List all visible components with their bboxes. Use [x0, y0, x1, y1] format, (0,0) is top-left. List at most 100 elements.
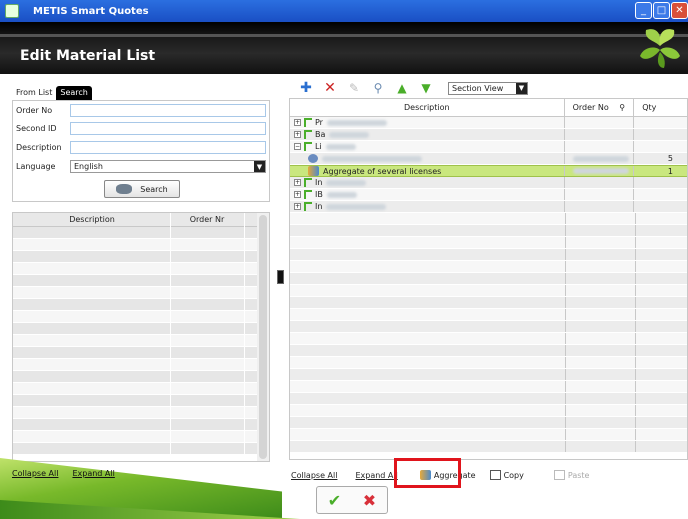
- chevron-down-icon[interactable]: ▼: [254, 161, 265, 172]
- copy-icon: [489, 470, 501, 480]
- paste-button[interactable]: Paste: [553, 470, 590, 480]
- order-no-row: Order No: [16, 104, 266, 117]
- table-row[interactable]: + Pr: [290, 117, 687, 129]
- paste-label: Paste: [567, 470, 590, 480]
- expand-icon[interactable]: +: [294, 131, 301, 138]
- brand-logo-icon: [640, 29, 680, 68]
- ok-icon[interactable]: ✔: [328, 491, 341, 510]
- folder-icon: [304, 202, 312, 211]
- row-description: Aggregate of several licenses: [323, 166, 442, 176]
- list-item: [13, 323, 269, 335]
- collapse-all-link[interactable]: Collapse All: [291, 471, 337, 480]
- close-icon[interactable]: ✕: [671, 2, 688, 19]
- list-item: [13, 347, 269, 359]
- second-id-label: Second ID: [16, 124, 57, 133]
- list-item: [13, 239, 269, 251]
- binoculars-icon: [116, 184, 133, 194]
- collapse-icon[interactable]: −: [294, 143, 301, 150]
- language-value: English: [74, 162, 103, 171]
- tab-search[interactable]: Search: [56, 86, 92, 100]
- table-row[interactable]: + IB: [290, 189, 687, 201]
- view-select[interactable]: Section View ▼: [448, 81, 528, 95]
- row-description: In: [315, 202, 323, 211]
- license-icon: [308, 154, 318, 163]
- order-no-input[interactable]: [70, 104, 266, 117]
- search-results-rows: [13, 227, 269, 455]
- collapse-all-link[interactable]: Collapse All: [12, 469, 58, 478]
- material-grid: Description Order No ⚲ Qty + Pr + Ba − Li 5…: [289, 98, 688, 460]
- expand-all-link[interactable]: Expand All: [355, 471, 397, 480]
- list-item: [13, 251, 269, 263]
- aggregate-highlight-box: [394, 458, 461, 488]
- table-row[interactable]: 5: [290, 153, 687, 165]
- list-item: [13, 371, 269, 383]
- row-description: Li: [315, 142, 322, 151]
- panel-splitter-handle[interactable]: [277, 270, 284, 284]
- move-up-icon[interactable]: ▲: [394, 80, 410, 96]
- list-item: [13, 227, 269, 239]
- search-results-header: Description Order Nr: [13, 213, 269, 227]
- col-order-no-label: Order No: [572, 103, 609, 112]
- expand-icon[interactable]: +: [294, 179, 301, 186]
- window-controls: _ □ ✕: [635, 2, 688, 19]
- maximize-icon[interactable]: □: [653, 2, 670, 19]
- list-item: [13, 263, 269, 275]
- title-bar: METIS Smart Quotes _ □ ✕: [0, 0, 688, 22]
- row-description: Pr: [315, 118, 323, 127]
- header: Edit Material List: [0, 22, 688, 74]
- header-stripe: [0, 34, 688, 37]
- table-row[interactable]: − Li: [290, 141, 687, 153]
- tab-from-list[interactable]: From List: [12, 86, 56, 100]
- edit-icon[interactable]: ✎: [346, 80, 362, 96]
- col-order-nr[interactable]: Order Nr: [171, 213, 243, 226]
- table-row-selected[interactable]: Aggregate of several licenses 1: [290, 165, 687, 177]
- vertical-scrollbar[interactable]: [257, 213, 269, 461]
- minimize-icon[interactable]: _: [635, 2, 652, 19]
- left-links: Collapse All Expand All: [12, 469, 115, 478]
- second-id-input[interactable]: [70, 122, 266, 135]
- table-row[interactable]: + Ba: [290, 129, 687, 141]
- search-icon[interactable]: ⚲: [370, 80, 386, 96]
- table-row[interactable]: + In: [290, 201, 687, 213]
- move-down-icon[interactable]: ▼: [418, 80, 434, 96]
- page-title: Edit Material List: [20, 48, 156, 64]
- add-icon[interactable]: ✚: [298, 80, 314, 96]
- search-button[interactable]: Search: [104, 180, 180, 198]
- expand-icon[interactable]: +: [294, 191, 301, 198]
- aggregate-icon: [308, 166, 319, 176]
- expand-all-link[interactable]: Expand All: [72, 469, 114, 478]
- description-input[interactable]: [70, 141, 266, 154]
- folder-icon: [304, 142, 312, 151]
- search-form: Order No Second ID Description Language …: [12, 100, 270, 202]
- app-icon: [5, 4, 19, 18]
- description-label: Description: [16, 143, 62, 152]
- col-order-no[interactable]: Order No ⚲: [565, 99, 635, 116]
- col-description[interactable]: Description: [290, 99, 565, 116]
- delete-icon[interactable]: ✕: [322, 80, 338, 96]
- list-item: [13, 335, 269, 347]
- folder-icon: [304, 190, 312, 199]
- col-description[interactable]: Description: [13, 213, 171, 226]
- table-row[interactable]: + In: [290, 177, 687, 189]
- cancel-icon[interactable]: ✖: [363, 491, 376, 510]
- col-qty[interactable]: Qty: [634, 99, 687, 116]
- key-icon: ⚲: [619, 103, 626, 112]
- list-item: [13, 299, 269, 311]
- language-select[interactable]: English ▼: [70, 160, 266, 173]
- scrollbar-thumb[interactable]: [259, 215, 267, 459]
- material-grid-rows: + Pr + Ba − Li 5 Aggregate of several licen…: [290, 117, 687, 453]
- search-results-grid: Description Order Nr: [12, 212, 270, 462]
- window-title: METIS Smart Quotes: [33, 5, 149, 17]
- view-select-value: Section View: [452, 83, 504, 93]
- row-qty: 5: [667, 154, 673, 163]
- left-tabs: From List Search: [12, 86, 92, 100]
- folder-icon: [304, 178, 312, 187]
- expand-icon[interactable]: +: [294, 203, 301, 210]
- chevron-down-icon[interactable]: ▼: [516, 82, 527, 94]
- language-label: Language: [16, 162, 56, 171]
- copy-button[interactable]: Copy: [489, 470, 524, 480]
- left-panel: From List Search Order No Second ID Desc…: [0, 74, 282, 519]
- confirm-bar: ✔ ✖: [316, 486, 388, 514]
- expand-icon[interactable]: +: [294, 119, 301, 126]
- list-item: [13, 395, 269, 407]
